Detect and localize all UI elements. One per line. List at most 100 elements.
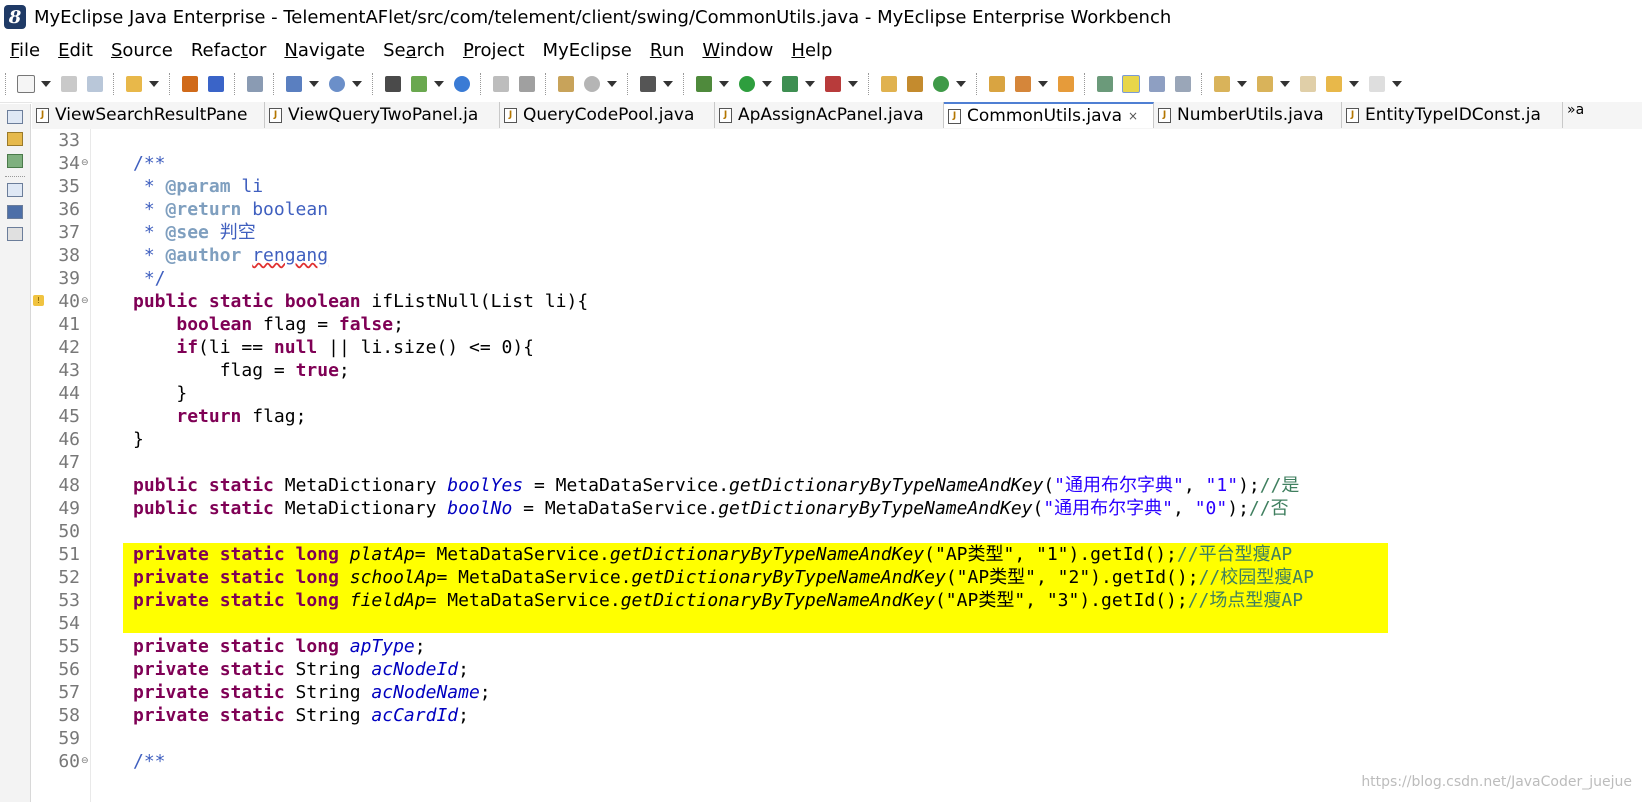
deploy-dropdown-icon[interactable] <box>309 81 319 87</box>
debug-dropdown-icon[interactable] <box>719 81 729 87</box>
line-number: 47 <box>58 452 80 473</box>
hibernate-dropdown-icon[interactable] <box>434 81 444 87</box>
hibernate-icon[interactable] <box>409 74 429 94</box>
tab-entitytypeidconst[interactable]: J EntityTypeIDConst.ja <box>1342 102 1563 128</box>
new-wizard-icon[interactable] <box>124 74 144 94</box>
tab-numberutils[interactable]: J NumberUtils.java <box>1154 102 1342 128</box>
line-number: 37 <box>58 222 80 243</box>
line-number: 54 <box>58 613 80 634</box>
new-icon[interactable] <box>16 74 36 94</box>
last-edit-icon[interactable] <box>1298 74 1318 94</box>
struts-icon[interactable] <box>383 74 403 94</box>
web-icon[interactable] <box>327 74 347 94</box>
server-icon[interactable] <box>245 74 265 94</box>
forward-icon[interactable] <box>1367 74 1387 94</box>
menu-refactor[interactable]: Refactor <box>189 40 269 61</box>
external-tools-dropdown-icon[interactable] <box>848 81 858 87</box>
menu-navigate[interactable]: Navigate <box>282 40 367 61</box>
tab-viewquerytwopanel[interactable]: J ViewQueryTwoPanel.ja <box>265 102 500 128</box>
menu-help[interactable]: Help <box>789 40 834 61</box>
line-number: 42 <box>58 337 80 358</box>
image-view-icon[interactable] <box>7 205 23 219</box>
code-line: 45 return flag; <box>32 405 1642 428</box>
browser-icon[interactable] <box>582 74 602 94</box>
camera-dropdown-icon[interactable] <box>663 81 673 87</box>
new-wizard-dropdown-icon[interactable] <box>149 81 159 87</box>
menu-window[interactable]: Window <box>700 40 775 61</box>
code-line: 33 <box>32 129 1642 152</box>
menu-search[interactable]: Search <box>381 40 447 61</box>
fold-collapse-icon[interactable]: ⊖ <box>81 756 89 766</box>
close-tab-icon[interactable]: × <box>1128 109 1138 123</box>
menu-edit[interactable]: Edit <box>56 40 95 61</box>
tab-commonutils[interactable]: J CommonUtils.java × <box>944 102 1154 128</box>
tab-overflow-button[interactable]: »a <box>1563 102 1584 129</box>
block-selection-icon[interactable] <box>1173 74 1193 94</box>
menu-source[interactable]: Source <box>109 40 175 61</box>
new-class-dropdown-icon[interactable] <box>956 81 966 87</box>
package-explorer-icon[interactable] <box>7 132 23 146</box>
camera-icon[interactable] <box>638 74 658 94</box>
run-dropdown-icon[interactable] <box>762 81 772 87</box>
line-number: 43 <box>58 360 80 381</box>
debug-icon[interactable] <box>694 74 714 94</box>
save-icon[interactable] <box>59 74 79 94</box>
console-icon[interactable] <box>7 227 23 241</box>
menu-file[interactable]: File <box>8 40 42 61</box>
next-annotation-dropdown-icon[interactable] <box>1237 81 1247 87</box>
print-icon[interactable] <box>85 74 105 94</box>
line-number: 51 <box>58 544 80 565</box>
previous-annotation-icon[interactable] <box>1255 74 1275 94</box>
next-annotation-icon[interactable] <box>1212 74 1232 94</box>
task-icon[interactable] <box>1056 74 1076 94</box>
toggle-breadcrumb-icon[interactable] <box>1095 74 1115 94</box>
forward-dropdown-icon[interactable] <box>1392 81 1402 87</box>
new-java-project-icon[interactable] <box>879 74 899 94</box>
globe-icon[interactable] <box>452 74 472 94</box>
back-dropdown-icon[interactable] <box>1349 81 1359 87</box>
restore-view-icon[interactable] <box>7 110 23 124</box>
menu-run[interactable]: Run <box>648 40 687 61</box>
tab-querycodepool[interactable]: J QueryCodePool.java <box>500 102 715 128</box>
hierarchy-icon[interactable] <box>7 154 23 168</box>
profile-dropdown-icon[interactable] <box>805 81 815 87</box>
tab-viewsearchresultpane[interactable]: J ViewSearchResultPane <box>32 102 265 128</box>
open-type-icon[interactable] <box>180 74 200 94</box>
back-icon[interactable] <box>1324 74 1344 94</box>
menu-myeclipse[interactable]: MyEclipse <box>541 40 634 61</box>
open-folder-icon[interactable] <box>987 74 1007 94</box>
menu-project[interactable]: Project <box>461 40 527 61</box>
mark-occurrences-icon[interactable] <box>1121 74 1141 94</box>
external-tools-icon[interactable] <box>823 74 843 94</box>
show-whitespace-icon[interactable] <box>1147 74 1167 94</box>
search-icon[interactable] <box>1013 74 1033 94</box>
profile-icon[interactable] <box>780 74 800 94</box>
fold-collapse-icon[interactable]: ⊖ <box>81 158 89 168</box>
toolbar-separator <box>545 73 548 95</box>
previous-annotation-dropdown-icon[interactable] <box>1280 81 1290 87</box>
code-line: 55 private static long apType; <box>32 635 1642 658</box>
code-editor[interactable]: 33 34 ⊖/** 35 * @param li 36 * @return bo… <box>32 129 1642 802</box>
deploy-icon[interactable] <box>284 74 304 94</box>
tab-apassignacpanel[interactable]: J ApAssignAcPanel.java <box>715 102 944 128</box>
new-class-icon[interactable] <box>931 74 951 94</box>
toolbar-separator <box>976 73 979 95</box>
search-dropdown-icon[interactable] <box>1038 81 1048 87</box>
line-number: 56 <box>58 659 80 680</box>
web-dropdown-icon[interactable] <box>352 81 362 87</box>
ant-icon[interactable] <box>517 74 537 94</box>
new-package-icon[interactable] <box>905 74 925 94</box>
restore-view-2-icon[interactable] <box>7 183 23 197</box>
package-icon[interactable] <box>206 74 226 94</box>
new-dropdown-icon[interactable] <box>41 81 51 87</box>
browser-dropdown-icon[interactable] <box>607 81 617 87</box>
code-line: 34 ⊖/** <box>32 152 1642 175</box>
code-line: 44 } <box>32 382 1642 405</box>
code-line: 51 private static long platAp= MetaDataSe… <box>32 543 1642 566</box>
report-icon[interactable] <box>491 74 511 94</box>
uml-icon[interactable] <box>556 74 576 94</box>
menu-bar: File Edit Source Refactor Navigate Searc… <box>0 34 1642 66</box>
fold-collapse-icon[interactable]: ⊖ <box>81 296 89 306</box>
toolbar-separator <box>5 73 8 95</box>
run-icon[interactable] <box>737 74 757 94</box>
